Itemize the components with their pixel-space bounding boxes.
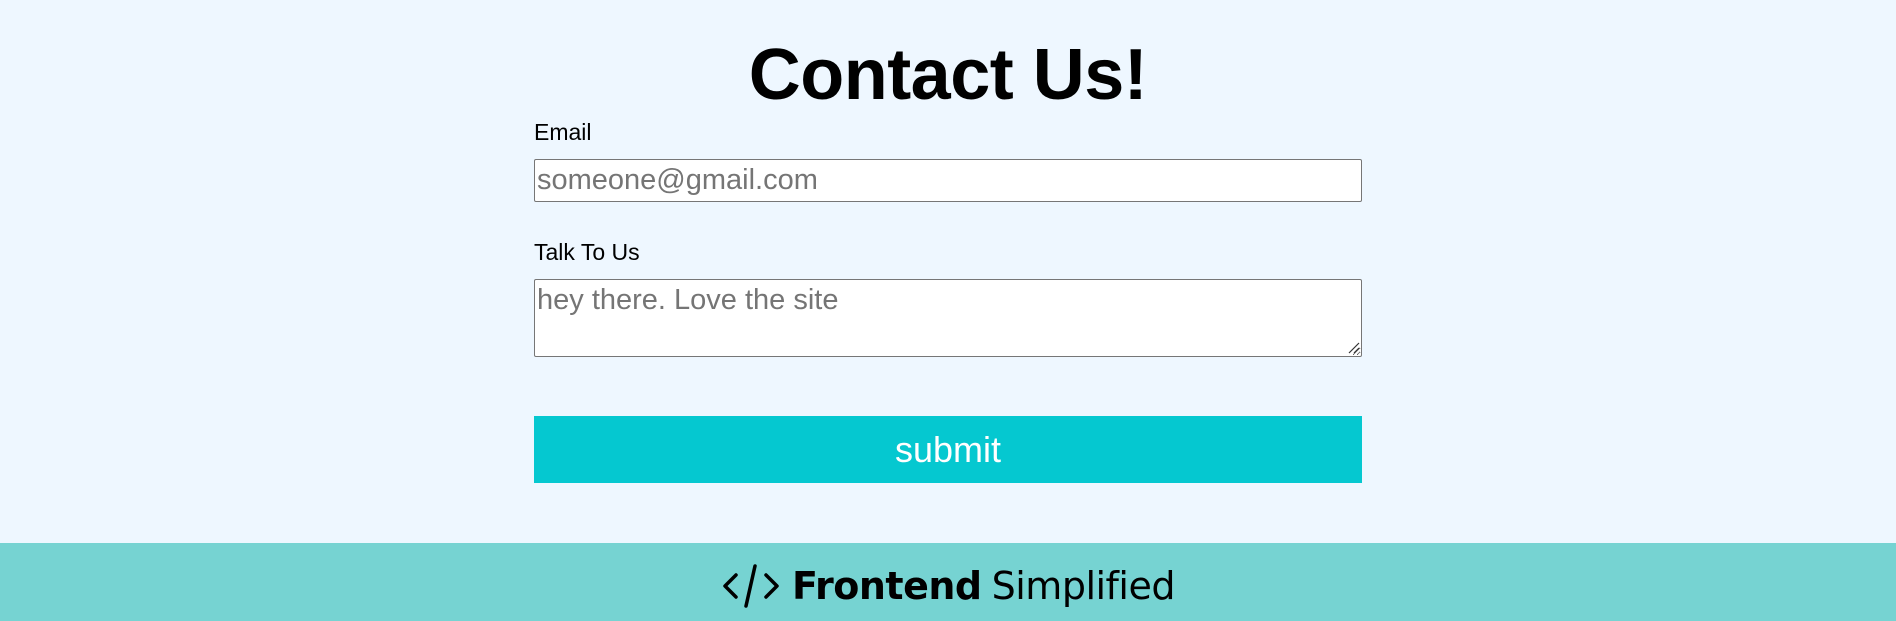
brand-name-bold: Frontend [792, 564, 982, 608]
submit-button[interactable]: submit [534, 416, 1362, 483]
code-brackets-icon [723, 564, 779, 608]
email-field[interactable] [534, 159, 1362, 202]
brand-name-light: Simplified [991, 564, 1176, 608]
message-label: Talk To Us [534, 239, 640, 265]
message-textarea[interactable] [534, 279, 1362, 357]
page-title: Contact Us! [748, 35, 1148, 115]
email-label: Email [534, 119, 592, 145]
footer: Frontend Simplified [0, 543, 1896, 621]
brand-logo[interactable]: Frontend Simplified [722, 561, 1176, 611]
page: Contact Us! Email Talk To Us submit Fron… [0, 0, 1896, 621]
